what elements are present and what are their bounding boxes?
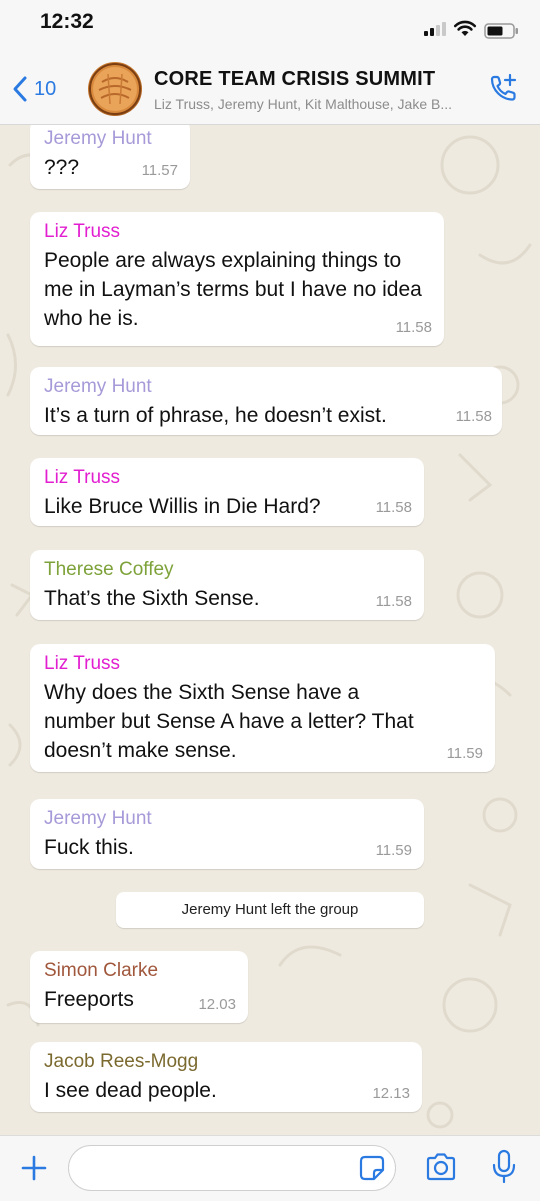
message-time: 11.59 [375, 842, 412, 859]
message-text: That’s the Sixth Sense. [44, 587, 260, 610]
sender-name: Jeremy Hunt [44, 128, 152, 149]
sender-name: Liz Truss [44, 467, 121, 488]
message-text: People are always explaining things to m… [44, 249, 422, 330]
message-bubble[interactable]: Liz Truss Like Bruce Willis in Die Hard?… [30, 458, 424, 526]
message-time: 12.13 [372, 1085, 410, 1102]
chat-header: 10 CORE TEAM CRISIS SUMMIT Liz Truss, Je… [0, 52, 540, 125]
signal-icon [424, 22, 446, 36]
message-bubble[interactable]: Jeremy Hunt ??? 11.57 [30, 125, 190, 189]
message-bubble[interactable]: Liz Truss Why does the Sixth Sense have … [30, 644, 495, 772]
group-avatar[interactable] [88, 62, 142, 116]
back-button[interactable]: 10 [12, 74, 56, 104]
chevron-left-icon [13, 76, 27, 102]
sender-name: Jacob Rees-Mogg [44, 1051, 199, 1072]
sender-name: Therese Coffey [44, 559, 174, 580]
message-input-bar [0, 1135, 540, 1201]
message-time: 12.03 [198, 996, 236, 1013]
group-title[interactable]: CORE TEAM CRISIS SUMMIT [154, 68, 435, 91]
battery-icon [484, 23, 518, 39]
status-time: 12:32 [40, 10, 94, 33]
sticker-icon[interactable] [359, 1155, 385, 1181]
message-time: 11.58 [455, 408, 492, 425]
plus-icon[interactable] [20, 1154, 48, 1182]
pie-image-icon [89, 63, 141, 115]
unread-count: 10 [34, 77, 57, 100]
message-text: Like Bruce Willis in Die Hard? [44, 495, 321, 518]
chat-area[interactable]: Jeremy Hunt ??? 11.57 Liz Truss People a… [0, 125, 540, 1135]
message-text: Fuck this. [44, 836, 134, 859]
message-bubble[interactable]: Jacob Rees-Mogg I see dead people. 12.13 [30, 1042, 422, 1112]
message-bubble[interactable]: Therese Coffey That’s the Sixth Sense. 1… [30, 550, 424, 620]
wifi-icon [453, 20, 477, 36]
sender-name: Liz Truss [44, 653, 121, 674]
add-call-icon[interactable] [486, 72, 520, 106]
sender-name: Jeremy Hunt [44, 376, 152, 397]
status-bar: 12:32 [0, 0, 540, 52]
message-text: It’s a turn of phrase, he doesn’t exist. [44, 404, 387, 427]
message-time: 11.58 [395, 319, 432, 336]
message-time: 11.58 [375, 593, 412, 610]
system-notice: Jeremy Hunt left the group [116, 892, 424, 928]
message-bubble[interactable]: Liz Truss People are always explaining t… [30, 212, 444, 346]
message-time: 11.58 [375, 499, 412, 516]
message-bubble[interactable]: Simon Clarke Freeports 12.03 [30, 951, 248, 1023]
message-time: 11.59 [446, 745, 483, 762]
message-time: 11.57 [141, 162, 178, 179]
sender-name: Jeremy Hunt [44, 808, 152, 829]
message-text: I see dead people. [44, 1079, 217, 1102]
message-text: Why does the Sixth Sense have a number b… [44, 681, 414, 762]
message-input[interactable] [68, 1145, 396, 1191]
microphone-icon[interactable] [491, 1149, 517, 1185]
camera-icon[interactable] [424, 1152, 458, 1182]
message-bubble[interactable]: Jeremy Hunt It’s a turn of phrase, he do… [30, 367, 502, 435]
sender-name: Simon Clarke [44, 960, 159, 981]
sender-name: Liz Truss [44, 221, 121, 242]
group-members[interactable]: Liz Truss, Jeremy Hunt, Kit Malthouse, J… [154, 96, 476, 112]
message-bubble[interactable]: Jeremy Hunt Fuck this. 11.59 [30, 799, 424, 869]
